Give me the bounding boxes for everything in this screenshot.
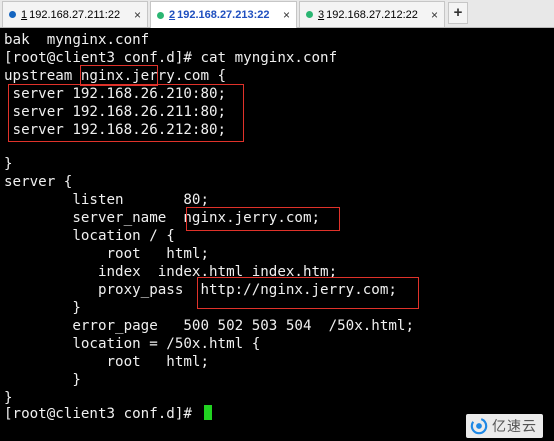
terminal-line: [root@client3 conf.d]# cat mynginx.conf xyxy=(4,50,338,66)
close-tab-icon[interactable]: × xyxy=(134,8,141,22)
tab-session-1[interactable]: 1 192.168.27.211:22 × xyxy=(2,1,148,27)
close-tab-icon[interactable]: × xyxy=(283,8,290,22)
watermark: 亿速云 xyxy=(466,414,543,438)
highlight-proxy-pass xyxy=(197,277,419,309)
terminal-line: error_page 500 502 503 504 /50x.html; xyxy=(4,318,414,334)
terminal-line: location / { xyxy=(4,228,175,244)
tab-host-label: 192.168.27.211:22 xyxy=(29,8,121,21)
terminal-output[interactable]: bak mynginx.conf [root@client3 conf.d]# … xyxy=(0,29,554,441)
highlight-upstream-name xyxy=(80,65,158,86)
watermark-text: 亿速云 xyxy=(492,419,537,435)
terminal-line: location = /50x.html { xyxy=(4,336,261,352)
connection-status-icon xyxy=(306,11,313,18)
terminal-line: } xyxy=(4,300,81,316)
tab-number: 2 xyxy=(169,9,176,21)
connection-status-icon xyxy=(9,11,16,18)
terminal-line: server { xyxy=(4,174,73,190)
tab-host-label: 192.168.27.213:22 xyxy=(177,9,270,21)
tab-bar: 1 192.168.27.211:22 × 2 192.168.27.213:2… xyxy=(0,0,554,28)
terminal-line: listen 80; xyxy=(4,192,209,208)
highlight-server-list xyxy=(8,84,244,142)
prompt-text: [root@client3 conf.d]# xyxy=(4,406,201,422)
new-tab-button[interactable]: + xyxy=(448,2,468,24)
tab-session-2[interactable]: 2 192.168.27.213:22 × xyxy=(150,1,297,28)
tab-host-label: 192.168.27.212:22 xyxy=(326,8,418,21)
terminal-line: bak mynginx.conf xyxy=(4,32,150,48)
terminal-line: root html; xyxy=(4,354,209,370)
terminal-line: } xyxy=(4,372,81,388)
tab-number: 1 xyxy=(21,8,28,21)
tab-session-3[interactable]: 3 192.168.27.212:22 × xyxy=(299,1,445,27)
close-tab-icon[interactable]: × xyxy=(431,8,438,22)
terminal-line: root html; xyxy=(4,246,209,262)
yisu-cloud-logo-icon xyxy=(470,417,488,435)
text-cursor xyxy=(204,405,213,420)
tab-number: 3 xyxy=(318,8,325,21)
highlight-server-name xyxy=(186,207,340,231)
shell-prompt: [root@client3 conf.d]# xyxy=(4,405,213,423)
connection-status-icon xyxy=(157,11,164,19)
terminal-line: } xyxy=(4,156,13,172)
